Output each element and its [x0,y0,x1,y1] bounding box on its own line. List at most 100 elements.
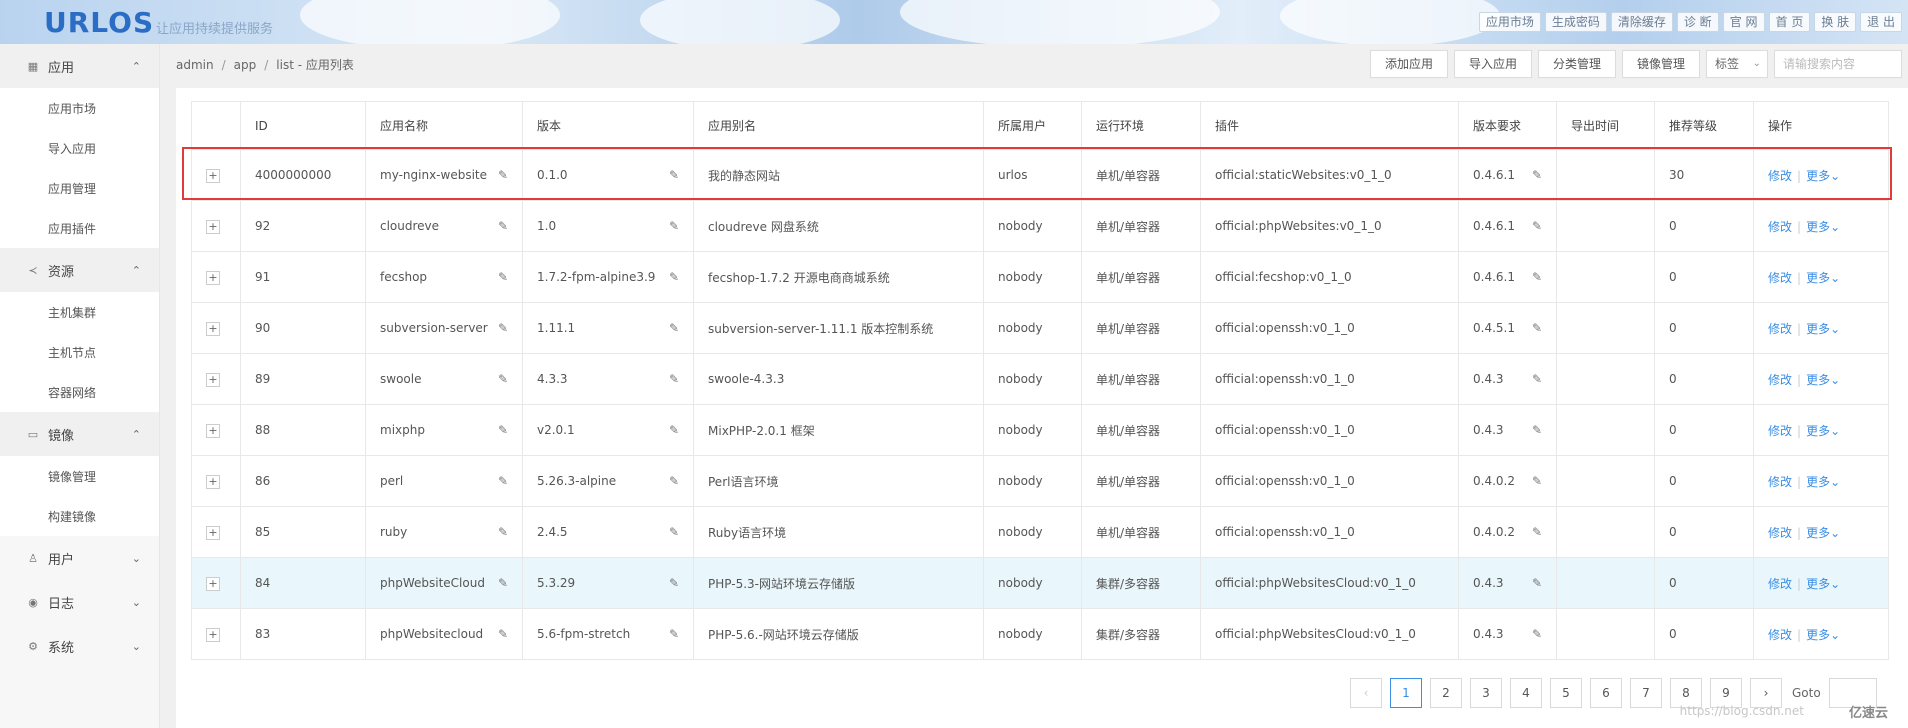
top-link-skin[interactable]: 换 肤 [1814,12,1857,32]
edit-link[interactable]: 修改 [1768,322,1792,336]
table-row[interactable]: +86 perl ✎ 5.26.3-alpine ✎ Perl语言环境 nobody 单机/单… [191,455,1889,507]
more-dropdown[interactable]: 更多⌄ [1806,271,1840,285]
sidebar-item-host-node[interactable]: 主机节点 [0,332,159,372]
more-dropdown[interactable]: 更多⌄ [1806,628,1840,642]
top-link-home[interactable]: 首 页 [1768,12,1811,32]
more-dropdown[interactable]: 更多⌄ [1806,322,1840,336]
top-link-market[interactable]: 应用市场 [1478,12,1541,32]
edit-link[interactable]: 修改 [1768,220,1792,234]
table-row[interactable]: +85 ruby ✎ 2.4.5 ✎ Ruby语言环境 nobody 单机/单容器 offici… [191,506,1889,558]
pencil-icon[interactable]: ✎ [1532,423,1542,437]
category-manage-button[interactable]: 分类管理 [1537,50,1616,78]
prev-page-button[interactable]: ‹ [1350,678,1382,708]
more-dropdown[interactable]: 更多⌄ [1806,373,1840,387]
pencil-icon[interactable]: ✎ [1532,270,1542,284]
expand-icon[interactable]: + [206,423,220,438]
breadcrumb-app[interactable]: app [234,58,257,72]
expand-icon[interactable]: + [206,321,220,336]
sidebar-group-resources[interactable]: ≺ 资源 ⌃ [0,248,159,292]
table-row[interactable]: +91 fecshop ✎ 1.7.2-fpm-alpine3.9 ✎ fecshop-1… [191,251,1889,303]
expand-icon[interactable]: + [206,627,220,642]
edit-link[interactable]: 修改 [1768,577,1792,591]
top-link-logout[interactable]: 退 出 [1860,12,1902,32]
pencil-icon[interactable]: ✎ [669,321,679,335]
sidebar-item-host-cluster[interactable]: 主机集群 [0,292,159,332]
sidebar-item-container-network[interactable]: 容器网络 [0,372,159,412]
pencil-icon[interactable]: ✎ [498,627,508,641]
top-link-gen-password[interactable]: 生成密码 [1544,12,1607,32]
table-row[interactable]: +4000000000 my-nginx-website ✎ 0.1.0 ✎ 我的静态网站… [191,149,1889,201]
top-link-diagnose[interactable]: 诊 断 [1676,12,1719,32]
table-row[interactable]: +92 cloudreve ✎ 1.0 ✎ cloudreve 网盘系统 nobody 单机/… [191,200,1889,252]
sidebar-group-system[interactable]: ⚙ 系统 ⌄ [0,624,159,668]
page-button[interactable]: 5 [1550,678,1582,708]
pencil-icon[interactable]: ✎ [1532,219,1542,233]
pencil-icon[interactable]: ✎ [1532,627,1542,641]
sidebar-group-users[interactable]: ♙ 用户 ⌄ [0,536,159,580]
app-logo[interactable]: URLOS [44,6,154,39]
sidebar-item-app-manage[interactable]: 应用管理 [0,168,159,208]
sidebar-item-build-image[interactable]: 构建镜像 [0,496,159,536]
more-dropdown[interactable]: 更多⌄ [1806,526,1840,540]
table-row[interactable]: +90 subversion-server ✎ 1.11.1 ✎ subversion-s… [191,302,1889,354]
edit-link[interactable]: 修改 [1768,271,1792,285]
edit-link[interactable]: 修改 [1768,475,1792,489]
pencil-icon[interactable]: ✎ [498,219,508,233]
pencil-icon[interactable]: ✎ [498,168,508,182]
more-dropdown[interactable]: 更多⌄ [1806,475,1840,489]
pencil-icon[interactable]: ✎ [669,219,679,233]
pencil-icon[interactable]: ✎ [498,474,508,488]
image-manage-button[interactable]: 镜像管理 [1621,50,1700,78]
expand-icon[interactable]: + [206,219,220,234]
pencil-icon[interactable]: ✎ [1532,525,1542,539]
pencil-icon[interactable]: ✎ [1532,372,1542,386]
tag-select[interactable]: 标签 ⌄ [1706,50,1768,78]
pencil-icon[interactable]: ✎ [1532,474,1542,488]
expand-icon[interactable]: + [206,474,220,489]
top-link-clear-cache[interactable]: 清除缓存 [1610,12,1673,32]
pencil-icon[interactable]: ✎ [669,372,679,386]
add-app-button[interactable]: 添加应用 [1369,50,1448,78]
edit-link[interactable]: 修改 [1768,169,1792,183]
expand-icon[interactable]: + [206,525,220,540]
edit-link[interactable]: 修改 [1768,373,1792,387]
table-row[interactable]: +88 mixphp ✎ v2.0.1 ✎ MixPHP-2.0.1 框架 nobody 单机… [191,404,1889,456]
sidebar-group-logs[interactable]: ◉ 日志 ⌄ [0,580,159,624]
table-row[interactable]: +83 phpWebsitecloud ✎ 5.6-fpm-stretch ✎ PHP-5… [191,608,1889,660]
expand-icon[interactable]: + [206,372,220,387]
pencil-icon[interactable]: ✎ [498,321,508,335]
pencil-icon[interactable]: ✎ [669,474,679,488]
pencil-icon[interactable]: ✎ [669,627,679,641]
page-button[interactable]: 3 [1470,678,1502,708]
pencil-icon[interactable]: ✎ [498,372,508,386]
search-input[interactable]: 请输搜索内容 [1774,50,1902,78]
sidebar-item-import-app[interactable]: 导入应用 [0,128,159,168]
pencil-icon[interactable]: ✎ [669,576,679,590]
sidebar-item-app-plugins[interactable]: 应用插件 [0,208,159,248]
pencil-icon[interactable]: ✎ [498,270,508,284]
pencil-icon[interactable]: ✎ [1532,576,1542,590]
table-row[interactable]: +89 swoole ✎ 4.3.3 ✎ swoole-4.3.3 nobody 单机/单容器… [191,353,1889,405]
page-button[interactable]: 1 [1390,678,1422,708]
pencil-icon[interactable]: ✎ [669,168,679,182]
pencil-icon[interactable]: ✎ [1532,168,1542,182]
sidebar-group-images[interactable]: ▭ 镜像 ⌃ [0,412,159,456]
edit-link[interactable]: 修改 [1768,628,1792,642]
top-link-official-site[interactable]: 官 网 [1722,12,1765,32]
sidebar-item-image-manage[interactable]: 镜像管理 [0,456,159,496]
page-button[interactable]: 6 [1590,678,1622,708]
sidebar-group-apps[interactable]: ▦ 应用 ⌃ [0,44,159,88]
table-row[interactable]: +84 phpWebsiteCloud ✎ 5.3.29 ✎ PHP-5.3-网站环境云存… [191,557,1889,609]
expand-icon[interactable]: + [206,168,220,183]
pencil-icon[interactable]: ✎ [498,423,508,437]
more-dropdown[interactable]: 更多⌄ [1806,169,1840,183]
expand-icon[interactable]: + [206,576,220,591]
expand-icon[interactable]: + [206,270,220,285]
pencil-icon[interactable]: ✎ [498,525,508,539]
pencil-icon[interactable]: ✎ [669,270,679,284]
edit-link[interactable]: 修改 [1768,526,1792,540]
pencil-icon[interactable]: ✎ [669,525,679,539]
more-dropdown[interactable]: 更多⌄ [1806,577,1840,591]
pencil-icon[interactable]: ✎ [669,423,679,437]
page-button[interactable]: 4 [1510,678,1542,708]
